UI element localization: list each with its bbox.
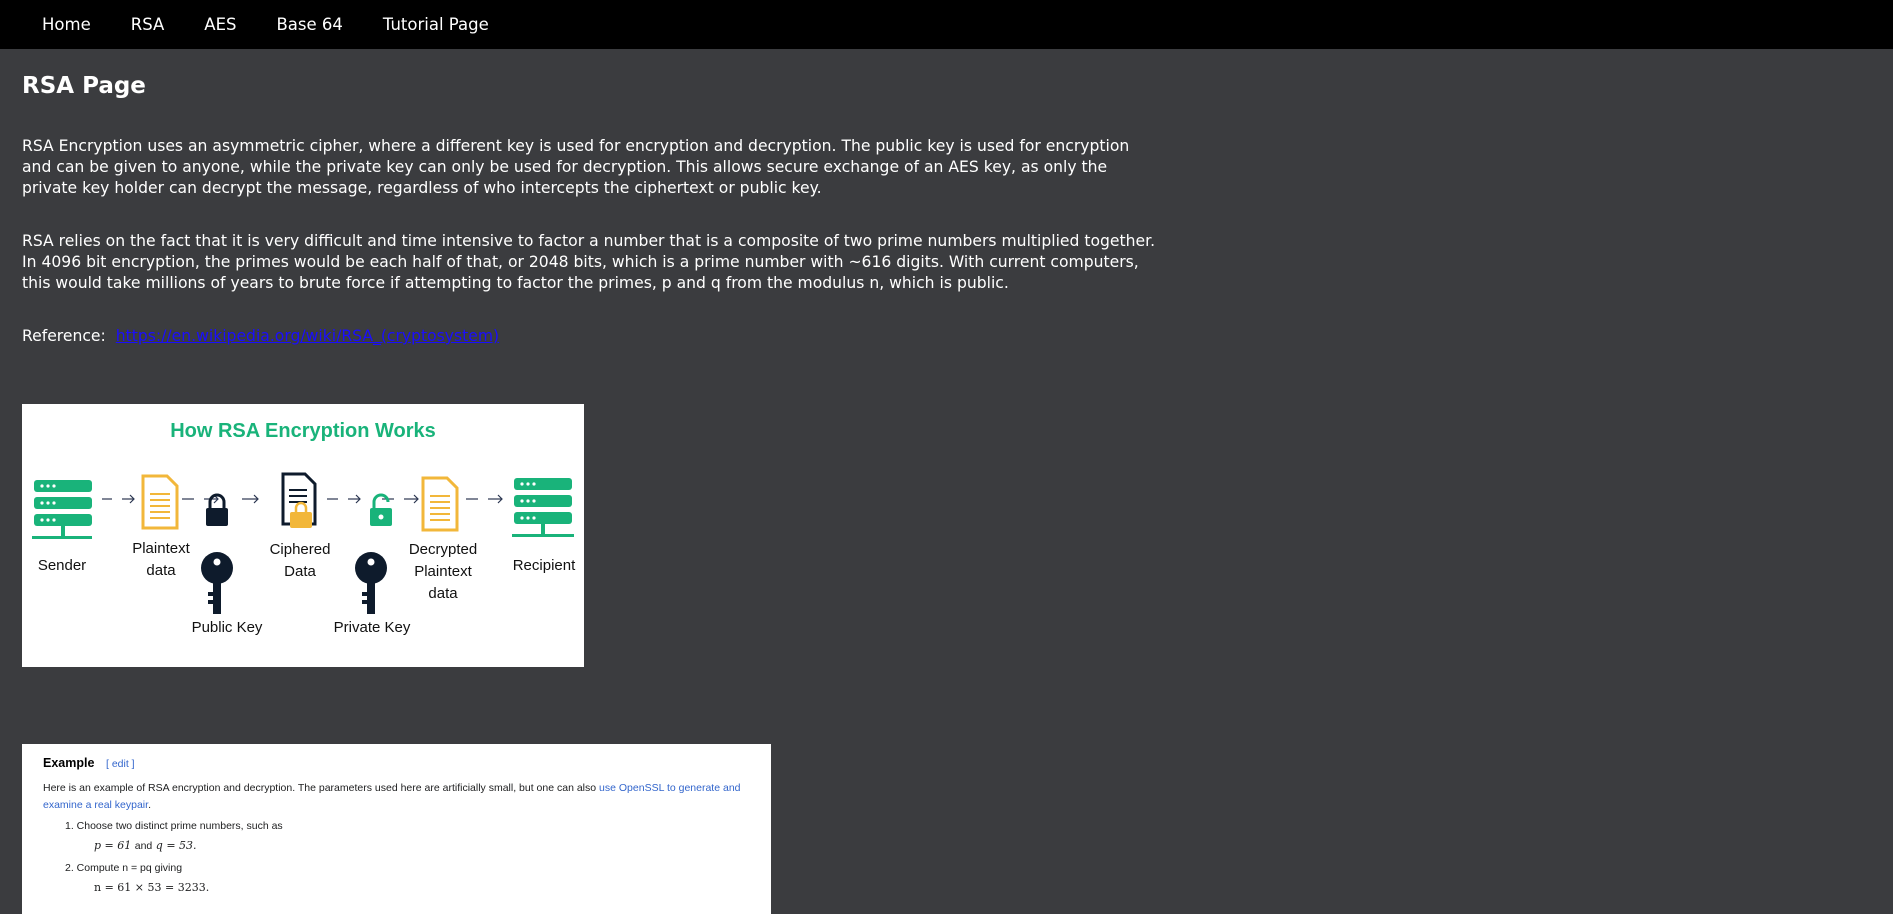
private-key-icon (355, 552, 387, 614)
decrypted-document-icon (421, 476, 459, 532)
reference-line: Reference: https://en.wikipedia.org/wiki/… (22, 326, 1871, 347)
top-nav: Home RSA AES Base 64 Tutorial Page (0, 0, 1893, 49)
reference-label: Reference: (22, 327, 106, 345)
math-and: and (134, 840, 153, 852)
reference-link[interactable]: https://en.wikipedia.org/wiki/RSA_(crypt… (116, 327, 499, 345)
private-unlock-icon (370, 493, 392, 526)
label-plaintext: Plaintext data (132, 540, 190, 579)
math-p: p = 61 (94, 839, 132, 852)
arrow-4 (466, 494, 503, 504)
example-intro: Here is an example of RSA encryption and… (43, 780, 763, 814)
nav-rsa[interactable]: RSA (111, 0, 185, 49)
public-key-icon (201, 552, 233, 614)
nav-tutorial[interactable]: Tutorial Page (363, 0, 509, 49)
example-heading: Example (43, 756, 95, 770)
nav-base64[interactable]: Base 64 (256, 0, 362, 49)
rsa-factoring-paragraph: RSA relies on the fact that it is very d… (22, 232, 1156, 292)
label-decrypted: Decrypted Plaintext data (408, 541, 478, 602)
label-ciphered: Ciphered Data (269, 541, 331, 580)
main-content: RSA Page RSA Encryption uses an asymmetr… (0, 49, 1893, 347)
ciphered-document-icon (281, 472, 317, 528)
label-private-key: Private Key (333, 619, 411, 636)
example-edit-link: [ edit ] (106, 758, 135, 770)
arrow-3 (327, 494, 419, 504)
nav-aes[interactable]: AES (184, 0, 256, 49)
example-step-2-math: n = 61 × 53 = 3233. (94, 881, 210, 894)
example-intro-text: Here is an example of RSA encryption and… (43, 782, 597, 794)
arrow-1 (102, 494, 135, 504)
example-step-1: 1. Choose two distinct prime numbers, su… (65, 820, 283, 832)
rsa-description-paragraph: RSA Encryption uses an asymmetric cipher… (22, 137, 1130, 197)
recipient-server-icon (512, 478, 574, 537)
rsa-diagram-image: How RSA Encryption Works Sender Plaintex… (22, 404, 584, 667)
example-intro-end: . (148, 799, 151, 811)
rsa-example-image: Example [ edit ] Here is an example of R… (22, 744, 771, 914)
label-sender: Sender (37, 557, 87, 574)
label-public-key: Public Key (191, 619, 263, 636)
example-step-2: 2. Compute n = pq giving (65, 862, 183, 874)
math-q: q = 53. (155, 839, 197, 852)
plaintext-document-icon (141, 474, 179, 530)
label-recipient: Recipient (512, 557, 576, 574)
diagram-graphics (32, 472, 574, 614)
example-step-1-math: p = 61 and q = 53. (94, 839, 197, 852)
page-title: RSA Page (22, 73, 146, 99)
sender-server-icon (32, 480, 92, 539)
nav-home[interactable]: Home (22, 0, 111, 49)
